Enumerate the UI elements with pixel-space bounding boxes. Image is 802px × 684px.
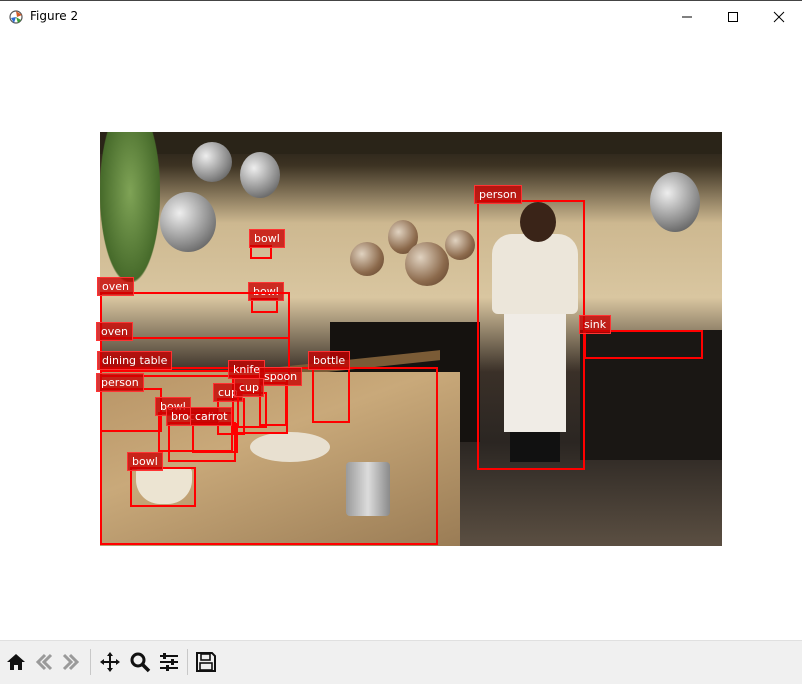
detection-label: cup (234, 378, 265, 397)
detection-label: carrot (190, 407, 233, 426)
home-button[interactable] (3, 649, 29, 675)
minimize-button[interactable] (664, 1, 710, 33)
figure-canvas[interactable]: person bowl bowl oven oven sink dining table bo… (0, 32, 802, 640)
zoom-button[interactable] (127, 649, 153, 675)
hanging-pot (240, 152, 280, 198)
toolbar-separator (187, 649, 188, 675)
maximize-icon (728, 12, 738, 22)
detection-box (312, 367, 350, 423)
detection-box (100, 388, 162, 432)
detection-box (584, 330, 703, 359)
detection-label: bottle (308, 351, 351, 370)
back-icon (35, 653, 53, 671)
close-icon (773, 11, 785, 23)
detection-label: spoon (259, 367, 303, 386)
close-button[interactable] (756, 1, 802, 33)
detection-box (192, 423, 238, 453)
pan-button[interactable] (97, 649, 123, 675)
save-button[interactable] (193, 649, 219, 675)
window-title: Figure 2 (30, 9, 79, 23)
pan-icon (100, 652, 120, 672)
detection-label: sink (579, 315, 612, 334)
detection-label: person (474, 185, 522, 204)
hanging-pot (650, 172, 700, 232)
copper-pan (405, 242, 449, 286)
configure-subplots-button[interactable] (156, 649, 182, 675)
configure-subplots-icon (160, 653, 178, 671)
detection-box (477, 200, 585, 470)
zoom-icon (130, 652, 151, 673)
detection-label: oven (96, 322, 133, 341)
back-button[interactable] (31, 649, 57, 675)
app-icon (9, 10, 23, 24)
detection-label: oven (97, 277, 134, 296)
minimize-icon (682, 16, 692, 18)
hanging-pot (160, 192, 216, 252)
save-icon (196, 652, 216, 672)
toolbar-separator (90, 649, 91, 675)
home-icon (7, 654, 25, 670)
navigation-toolbar (0, 640, 802, 684)
forward-icon (62, 653, 80, 671)
detection-box (130, 467, 196, 507)
hanging-pot (192, 142, 232, 182)
detection-box (237, 392, 267, 428)
detection-label: person (96, 373, 144, 392)
ceiling-rack (100, 132, 722, 154)
maximize-button[interactable] (710, 1, 756, 33)
copper-pan (350, 242, 384, 276)
title-bar: Figure 2 (0, 0, 802, 32)
detection-label: bowl (127, 452, 163, 471)
forward-button[interactable] (58, 649, 84, 675)
copper-pan (445, 230, 475, 260)
hanging-herbs (100, 132, 160, 282)
detection-label: bowl (249, 229, 285, 248)
detection-label: dining table (97, 351, 173, 370)
